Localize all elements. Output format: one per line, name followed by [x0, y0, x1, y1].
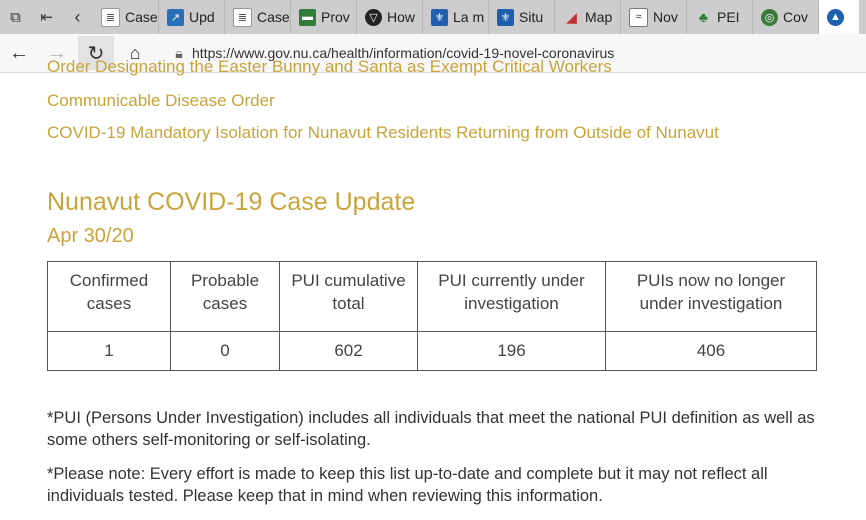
- tab-11[interactable]: ◎ Cov: [753, 0, 819, 34]
- shield-icon: ▽: [365, 8, 382, 26]
- value-confirmed: 1: [47, 331, 171, 371]
- pui-footnote: *PUI (Persons Under Investigation) inclu…: [47, 409, 815, 449]
- fleur-icon: ⚜: [497, 8, 514, 26]
- tab-1[interactable]: ≣ Case: [93, 0, 159, 34]
- set-tabs-aside-icon[interactable]: ⇤: [31, 0, 62, 34]
- disclaimer-note: *Please note: Every effort is made to ke…: [47, 465, 768, 505]
- tab-5[interactable]: ▽ How: [357, 0, 423, 34]
- tab-strip: ⧉ ⇤ ‹ ≣ Case ↗ Upd ≣ Case ▬ Prov ▽ How ⚜ La m …: [0, 0, 866, 34]
- link-exempt-workers[interactable]: Order Designating the Easter Bunny and S…: [47, 56, 612, 78]
- nunavut-logo-icon: ▲: [827, 8, 844, 26]
- case-table: Confirmed cases Probable cases PUI cumul…: [47, 261, 817, 371]
- value-probable: 0: [170, 331, 280, 371]
- back-button[interactable]: ←: [0, 36, 38, 70]
- tab-active[interactable]: ▲: [819, 0, 859, 34]
- header-probable: Probable cases: [170, 261, 280, 332]
- value-pui-closed: 406: [605, 331, 817, 371]
- tab-7[interactable]: ⚜ Situ: [489, 0, 555, 34]
- page-title: Nunavut COVID-19 Case Update: [47, 188, 416, 216]
- page-icon: ≣: [101, 7, 120, 27]
- globe-icon: ◎: [761, 8, 778, 26]
- tab-6[interactable]: ⚜ La m: [423, 0, 489, 34]
- flag-icon: ▬: [299, 8, 316, 26]
- tab-4[interactable]: ▬ Prov: [291, 0, 357, 34]
- scroll-tabs-left-icon[interactable]: ‹: [62, 0, 93, 34]
- map-icon: ◢: [566, 8, 577, 25]
- tab-8[interactable]: ◢ Map: [555, 0, 621, 34]
- tab-9[interactable]: ≈ Nov: [621, 0, 687, 34]
- header-pui-total: PUI cumulative total: [279, 261, 418, 332]
- header-pui-closed: PUIs now no longer under investigation: [605, 261, 817, 332]
- update-date: Apr 30/20: [47, 225, 134, 247]
- header-pui-current: PUI currently under investigation: [417, 261, 606, 332]
- value-pui-total: 602: [279, 331, 418, 371]
- value-pui-current: 196: [417, 331, 606, 371]
- tab-2[interactable]: ↗ Upd: [159, 0, 225, 34]
- link-communicable-disease-order[interactable]: Communicable Disease Order: [47, 90, 275, 112]
- tab-10[interactable]: ♣ PEI: [687, 0, 753, 34]
- table-header-row: Confirmed cases Probable cases PUI cumul…: [47, 261, 817, 332]
- table-row: 1 0 602 196 406: [47, 331, 817, 371]
- tab-actions-icon[interactable]: ⧉: [0, 0, 31, 34]
- link-mandatory-isolation[interactable]: COVID-19 Mandatory Isolation for Nunavut…: [47, 122, 719, 144]
- tab-3[interactable]: ≣ Case: [225, 0, 291, 34]
- pei-icon: ♣: [698, 9, 709, 25]
- nova-icon: ≈: [629, 7, 648, 27]
- header-confirmed: Confirmed cases: [47, 261, 171, 332]
- chart-icon: ↗: [167, 8, 184, 26]
- page-icon: ≣: [233, 7, 252, 27]
- fleur-icon: ⚜: [431, 8, 448, 26]
